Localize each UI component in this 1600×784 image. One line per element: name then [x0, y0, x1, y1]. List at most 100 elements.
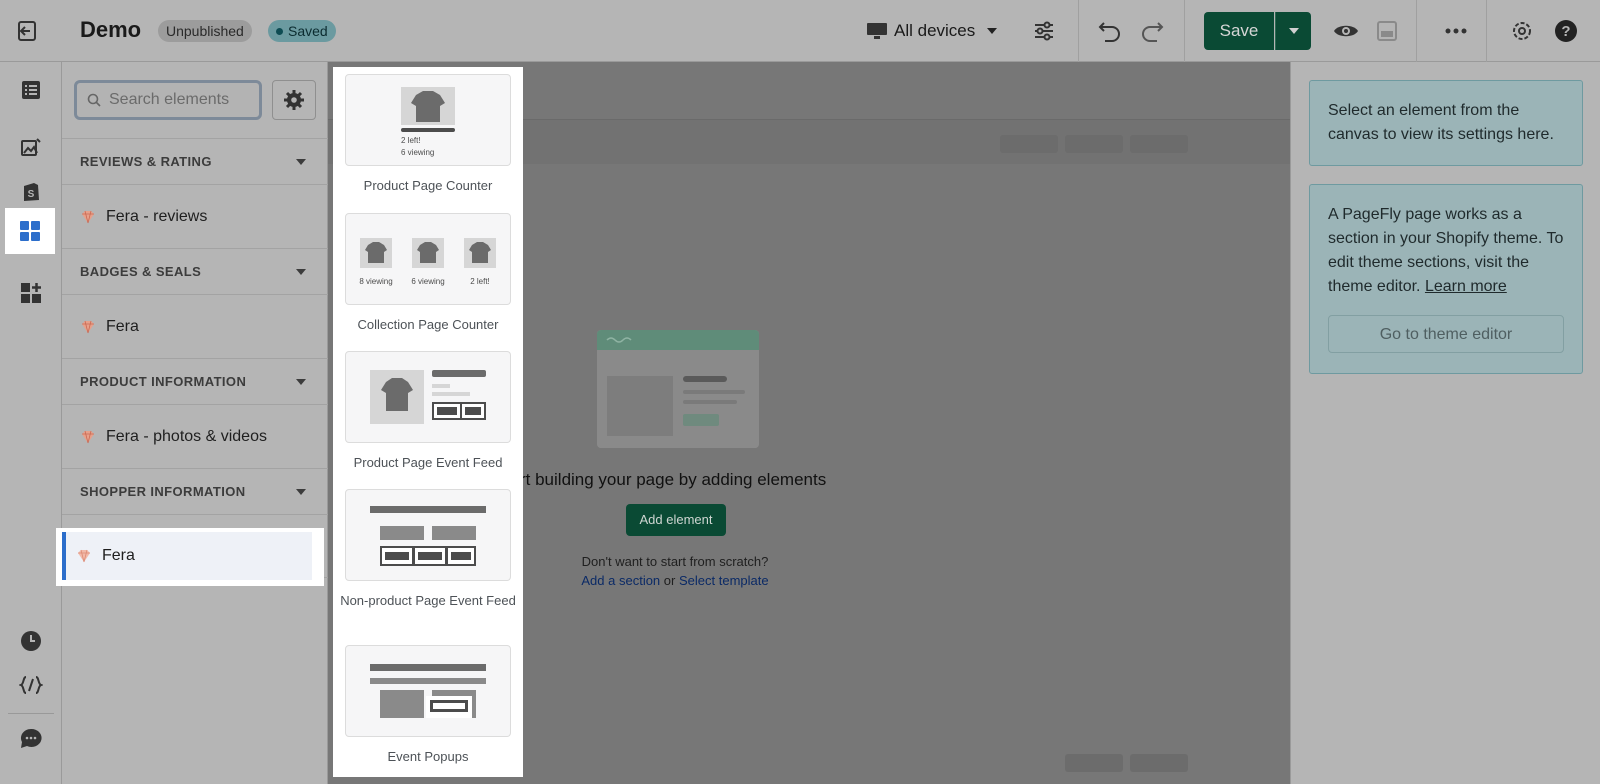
svg-text:?: ? — [1561, 23, 1570, 40]
undo-icon[interactable] — [1096, 17, 1124, 45]
event-popups-thumbnail — [370, 664, 486, 718]
element-item-label: Fera — [102, 547, 135, 564]
gear-icon — [284, 90, 304, 110]
more-icon[interactable] — [1442, 17, 1470, 45]
divider — [8, 713, 54, 714]
settings-panel: Select an element from the canvas to vie… — [1290, 62, 1600, 784]
redo-icon[interactable] — [1138, 17, 1166, 45]
scratch-text: Don't want to start from scratch? — [581, 554, 769, 569]
element-item-label: Fera - photos & videos — [106, 427, 267, 445]
device-selector[interactable]: All devices — [866, 17, 998, 45]
select-element-hint: Select an element from the canvas to vie… — [1309, 80, 1583, 166]
start-options: Add a section or Select template — [560, 573, 790, 588]
element-item-label: Fera — [106, 317, 139, 335]
element-item-label: Fera - reviews — [106, 207, 208, 225]
counter-viewing-text: 6 viewing — [401, 148, 434, 157]
placeholder-pill — [1065, 135, 1123, 153]
element-card-label: Product Page Event Feed — [353, 455, 503, 470]
divider — [1078, 0, 1079, 62]
element-card-label: Event Popups — [387, 749, 469, 764]
element-item-fera-photos-videos[interactable]: Fera - photos & videos — [62, 404, 328, 468]
help-icon[interactable]: ? — [1552, 17, 1580, 45]
divider — [1486, 0, 1487, 62]
element-item-fera-reviews[interactable]: Fera - reviews — [62, 184, 328, 248]
category-product-information[interactable]: PRODUCT INFORMATION — [62, 358, 328, 404]
save-button[interactable]: Save — [1204, 12, 1274, 50]
page-title: Demo — [80, 17, 142, 42]
panel-settings-button[interactable] — [272, 80, 316, 120]
learn-more-link[interactable]: Learn more — [1425, 278, 1507, 295]
search-placeholder: Search elements — [109, 91, 230, 108]
fera-logo-icon — [82, 320, 94, 333]
element-card-label: Non-product Page Event Feed — [340, 593, 516, 608]
category-shopper-information[interactable]: SHOPPER INFORMATION — [62, 468, 328, 514]
element-card-product-page-event-feed[interactable] — [345, 351, 511, 443]
category-title: BADGES & SEALS — [80, 264, 202, 279]
code-icon[interactable] — [6, 662, 56, 708]
elements-grid-icon[interactable] — [5, 208, 55, 254]
device-selector-label: All devices — [894, 21, 976, 40]
collection-page-counter-thumbnail: 8 viewing 6 viewing 2 left! — [359, 238, 496, 286]
add-section-link[interactable]: Add a section — [581, 573, 660, 588]
divider — [1184, 0, 1185, 62]
element-item-fera-selected[interactable]: Fera — [56, 528, 324, 586]
placeholder-pill — [1130, 754, 1188, 772]
element-item-fera[interactable]: Fera — [62, 294, 328, 358]
go-to-theme-editor-button[interactable]: Go to theme editor — [1328, 315, 1564, 353]
or-text: or — [663, 573, 676, 588]
chat-icon[interactable] — [6, 716, 56, 762]
preview-eye-icon[interactable] — [1332, 17, 1360, 45]
status-badge-unpublished: Unpublished — [158, 20, 252, 42]
counter-text: 2 left! — [470, 277, 490, 286]
element-card-non-product-page-event-feed[interactable] — [345, 489, 511, 581]
empty-state-title: rt building your page by adding elements — [520, 470, 827, 489]
settings-gear-icon[interactable] — [1508, 17, 1536, 45]
search-input[interactable]: Search elements — [74, 80, 262, 120]
product-page-counter-thumbnail: 2 left! 6 viewing — [401, 87, 455, 157]
history-clock-icon[interactable] — [6, 618, 56, 664]
counter-stock-text: 2 left! — [401, 136, 421, 145]
element-card-collection-page-counter[interactable]: 8 viewing 6 viewing 2 left! — [345, 213, 511, 305]
element-card-event-popups[interactable] — [345, 645, 511, 737]
category-title: SHOPPER INFORMATION — [80, 484, 246, 499]
elements-panel: Search elements REVIEWS & RATING Fera - … — [62, 62, 328, 784]
placeholder-pill — [1065, 754, 1123, 772]
element-card-product-page-counter[interactable]: 2 left! 6 viewing — [345, 74, 511, 166]
counter-text: 6 viewing — [411, 277, 444, 286]
monitor-icon — [867, 23, 887, 39]
search-icon — [87, 93, 101, 107]
element-card-label: Product Page Counter — [363, 178, 493, 193]
fera-logo-icon — [82, 210, 94, 223]
page-outline-icon[interactable] — [6, 67, 56, 113]
add-apps-icon[interactable] — [6, 270, 56, 316]
placeholder-pill — [1130, 135, 1188, 153]
category-title: REVIEWS & RATING — [80, 154, 212, 169]
divider — [1416, 0, 1417, 62]
counter-text: 8 viewing — [359, 277, 392, 286]
top-bar: Demo Unpublished Saved All devices Save … — [0, 0, 1600, 62]
select-template-link[interactable]: Select template — [679, 573, 769, 588]
fera-logo-icon — [78, 549, 90, 563]
status-badge-saved: Saved — [268, 20, 336, 42]
empty-state-illustration — [597, 330, 759, 448]
exit-icon[interactable] — [16, 19, 42, 43]
theme-section-info: A PageFly page works as a section in you… — [1309, 184, 1583, 374]
category-badges-seals[interactable]: BADGES & SEALS — [62, 248, 328, 294]
select-hint-text: Select an element from the canvas to vie… — [1328, 102, 1554, 143]
selected-item-row: Fera — [62, 532, 312, 580]
publish-icon[interactable] — [1373, 17, 1401, 45]
media-icon[interactable] — [6, 125, 56, 171]
chevron-down-icon — [987, 28, 998, 34]
element-picker-popover: 2 left! 6 viewing Product Page Counter 8… — [333, 67, 523, 777]
sliders-icon[interactable] — [1030, 17, 1058, 45]
placeholder-pill — [1000, 135, 1058, 153]
category-title: PRODUCT INFORMATION — [80, 374, 247, 389]
add-element-button[interactable]: Add element — [626, 504, 726, 536]
save-options-button[interactable] — [1275, 12, 1311, 50]
fera-logo-icon — [82, 430, 94, 443]
category-reviews-rating[interactable]: REVIEWS & RATING — [62, 138, 328, 184]
product-page-event-feed-thumbnail — [370, 370, 486, 424]
left-icon-rail: S — [0, 62, 62, 784]
svg-text:S: S — [28, 189, 35, 200]
element-card-label: Collection Page Counter — [357, 317, 499, 332]
